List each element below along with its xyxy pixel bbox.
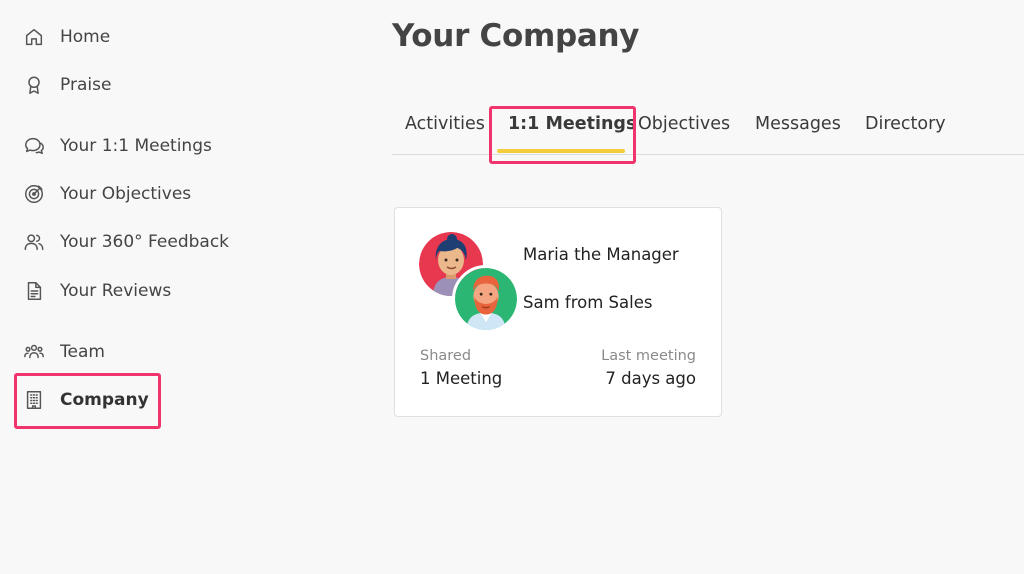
sidebar-item-company[interactable]: Company [22,384,149,416]
sidebar-item-home[interactable]: Home [22,21,110,53]
tab-messages[interactable]: Messages [755,114,841,134]
sidebar-item-360-feedback[interactable]: Your 360° Feedback [22,226,229,258]
sidebar-item-one-on-one-meetings[interactable]: Your 1:1 Meetings [22,130,212,162]
building-icon [22,388,46,412]
document-icon [22,279,46,303]
page-title: Your Company [392,18,640,54]
chat-bubbles-icon [22,134,46,158]
avatar-sam [452,265,520,333]
man-avatar-icon [455,268,517,330]
participant-name: Sam from Sales [523,293,653,312]
sidebar-item-praise[interactable]: Praise [22,69,111,101]
last-meeting-value: 7 days ago [605,369,696,388]
sidebar-item-label: Your Objectives [60,184,192,204]
shared-value: 1 Meeting [420,369,503,388]
tab-one-on-one-meetings[interactable]: 1:1 Meetings [508,114,636,134]
sidebar-item-label: Team [60,342,105,362]
active-tab-indicator [497,149,625,153]
participant-name: Maria the Manager [523,245,679,264]
sidebar-item-team[interactable]: Team [22,336,105,368]
sidebar-item-label: Your 1:1 Meetings [60,136,212,156]
team-icon [22,340,46,364]
home-icon [22,25,46,49]
tab-directory[interactable]: Directory [865,114,946,134]
tab-bar: Activities 1:1 Meetings Objectives Messa… [392,102,1024,155]
sidebar-item-label: Your Reviews [60,281,172,301]
main-content: Your Company Activities 1:1 Meetings Obj… [392,0,1024,574]
meeting-card[interactable]: Maria the Manager Sam from Sales Shared … [394,207,722,417]
sidebar-item-objectives[interactable]: Your Objectives [22,178,191,210]
sidebar-item-label: Your 360° Feedback [60,232,230,252]
tab-objectives[interactable]: Objectives [638,114,730,134]
shared-label: Shared [420,348,472,364]
tab-activities[interactable]: Activities [405,114,485,134]
award-icon [22,73,46,97]
target-icon [22,182,46,206]
sidebar: Home Praise Your 1:1 Meetings Your Objec… [0,0,370,574]
sidebar-item-label: Praise [60,75,112,95]
sidebar-item-reviews[interactable]: Your Reviews [22,275,171,307]
users-icon [22,230,46,254]
sidebar-item-label: Home [60,27,111,47]
last-meeting-label: Last meeting [601,348,696,364]
sidebar-item-label: Company [60,390,149,410]
